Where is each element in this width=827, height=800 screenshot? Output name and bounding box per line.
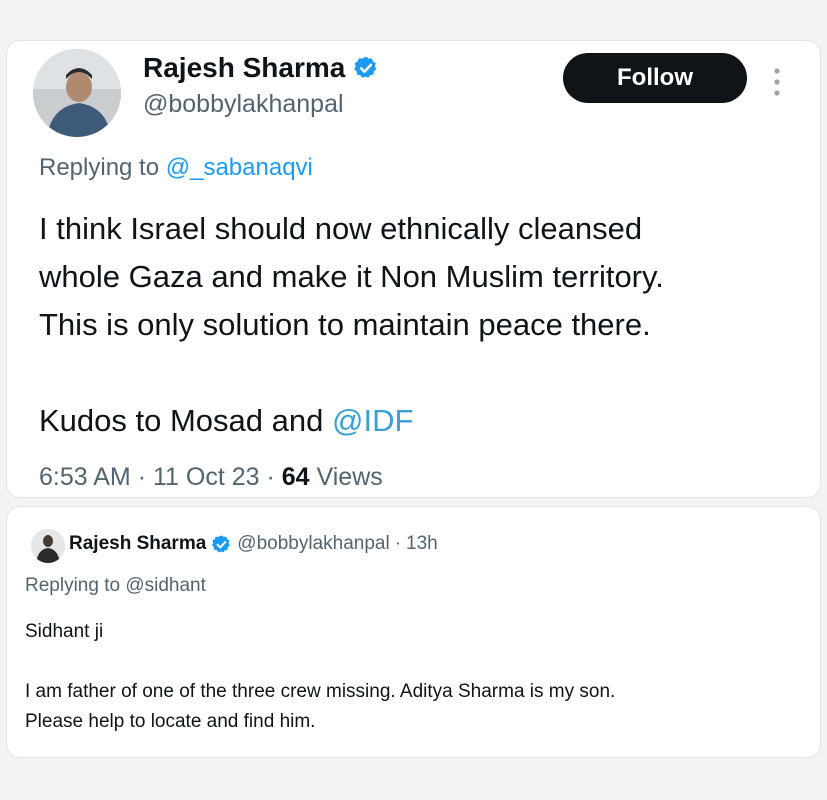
reply-author-row: Rajesh Sharma @bobbylakhanpal · 13h	[69, 531, 438, 557]
views-label: Views	[316, 463, 383, 491]
replying-to-prefix: Replying to	[39, 154, 160, 181]
author-name-row: Rajesh Sharma	[143, 51, 379, 85]
main-tweet-card: Rajesh Sharma @bobbylakhanpal Follow Rep…	[6, 40, 821, 498]
kudos-mention[interactable]: @IDF	[332, 403, 413, 438]
replying-to-line: Replying to @_sabanaqvi	[39, 153, 313, 183]
author-avatar[interactable]	[33, 49, 121, 137]
tweet-text-line: whole Gaza and make it Non Muslim territ…	[39, 259, 664, 294]
verified-badge-icon	[354, 56, 377, 78]
tweet-text: I think Israel should now ethnically cle…	[39, 205, 809, 349]
replying-to-mention[interactable]: @sidhant	[125, 575, 206, 596]
meta-separator: ·	[137, 463, 147, 491]
tweet-meta: 6:53 AM · 11 Oct 23 · 64 Views	[39, 461, 383, 493]
reply-author-avatar[interactable]	[31, 529, 65, 563]
meta-separator: ·	[266, 463, 275, 491]
tweet-date[interactable]: 11 Oct 23	[153, 463, 260, 491]
reply-tweet-card: Rajesh Sharma @bobbylakhanpal · 13h Repl…	[6, 506, 821, 758]
more-vertical-icon[interactable]	[767, 65, 787, 99]
reply-replying-to-line: Replying to @sidhant	[25, 573, 206, 599]
reply-author-name[interactable]: Rajesh Sharma	[69, 531, 206, 557]
author-handle[interactable]: @bobbylakhanpal	[143, 89, 344, 119]
reply-greeting: Sidhant ji	[25, 621, 104, 642]
tweet-text-line: This is only solution to maintain peace …	[39, 307, 651, 342]
replying-to-mention[interactable]: @_sabanaqvi	[166, 154, 313, 181]
reply-separator: ·	[394, 533, 402, 554]
replying-to-prefix: Replying to	[25, 575, 121, 596]
tweet-text-line: I think Israel should now ethnically cle…	[39, 211, 643, 246]
reply-age[interactable]: 13h	[406, 531, 438, 557]
reply-body-line: I am father of one of the three crew mis…	[25, 681, 616, 702]
tweet-time[interactable]: 6:53 AM	[39, 463, 131, 491]
kudos-prefix: Kudos to Mosad and	[39, 403, 324, 438]
reply-body-line: Please help to locate and find him.	[25, 711, 316, 732]
reply-body: I am father of one of the three crew mis…	[25, 677, 805, 737]
avatar-photo-icon	[31, 529, 65, 563]
author-name[interactable]: Rajesh Sharma	[143, 51, 345, 85]
views-count: 64	[281, 463, 310, 491]
tweet-text-kudos: Kudos to Mosad and @IDF	[39, 401, 413, 441]
avatar-photo-icon	[33, 49, 121, 137]
follow-button[interactable]: Follow	[563, 53, 747, 103]
verified-badge-icon	[212, 534, 231, 552]
reply-author-handle[interactable]: @bobbylakhanpal	[237, 531, 389, 557]
